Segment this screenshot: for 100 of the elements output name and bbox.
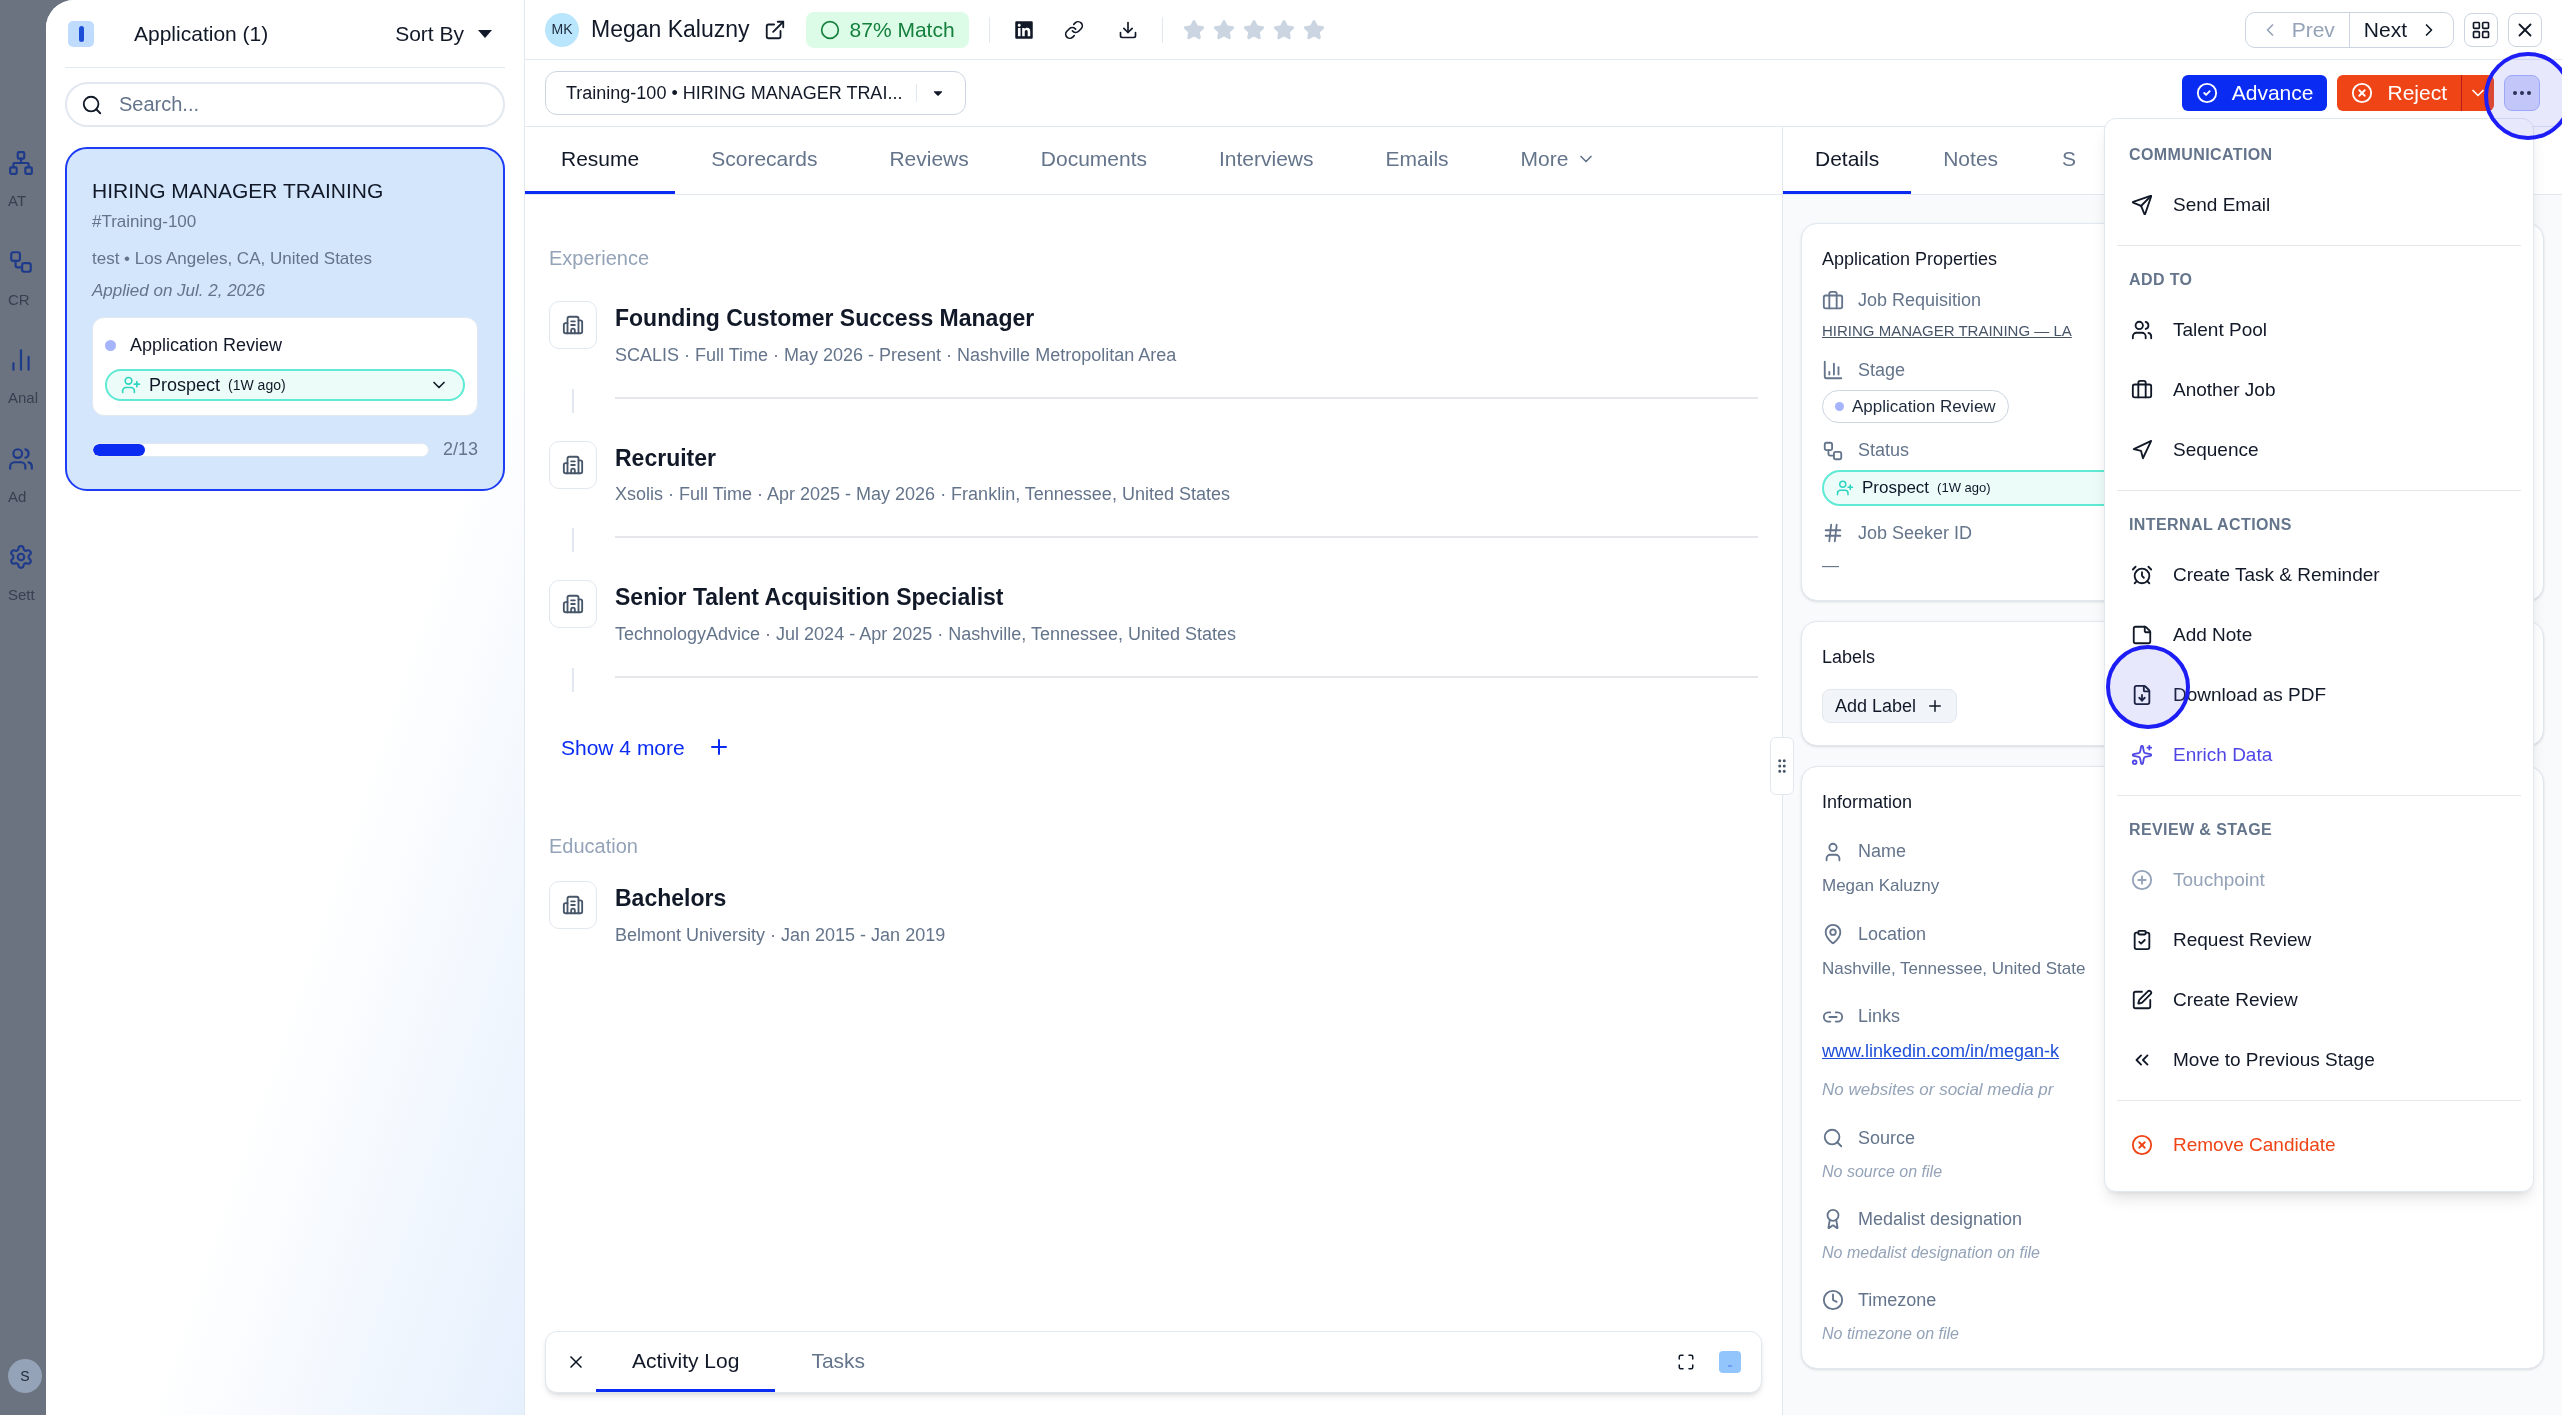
resume-tab[interactable]: Reviews — [853, 127, 1005, 194]
menu-item[interactable]: Send Email — [2117, 175, 2521, 235]
building-glyph-icon — [562, 894, 584, 916]
star-icon[interactable] — [1302, 18, 1325, 41]
field-label: Links — [1858, 1005, 1901, 1028]
star-icon[interactable] — [1212, 18, 1235, 41]
external-link-icon[interactable] — [763, 18, 786, 41]
menu-item[interactable]: Request Review — [2117, 910, 2521, 970]
download-icon[interactable] — [1117, 19, 1138, 40]
section-heading: Experience — [549, 246, 651, 271]
clock-icon — [1822, 1289, 1844, 1311]
user-plus-icon — [1836, 478, 1854, 497]
resume-tab[interactable]: Documents — [1004, 127, 1183, 194]
sort-button[interactable]: Sort By — [395, 17, 492, 50]
clipboard-check-icon — [2131, 929, 2153, 951]
add-label-button[interactable]: Add Label — [1822, 689, 1958, 723]
menu-item[interactable]: Another Job — [2117, 360, 2521, 420]
menu-item[interactable]: Remove Candidate — [2117, 1115, 2521, 1175]
menu-section-heading: REVIEW & STAGE — [2128, 820, 2274, 840]
field-label: Location — [1858, 922, 1927, 946]
briefcase-icon — [1822, 289, 1844, 312]
applied-date: Applied on Jul. 2, 2026 — [92, 279, 266, 302]
progress-count: 2/13 — [442, 438, 478, 461]
details-tab[interactable]: Notes — [1911, 127, 2031, 194]
search-icon — [81, 94, 103, 116]
resume-tab[interactable]: Scorecards — [675, 127, 854, 194]
stage-label: Application Review — [130, 334, 283, 357]
people-icon — [2131, 319, 2153, 341]
reject-button[interactable]: Reject — [2337, 75, 2494, 111]
activity-tab[interactable]: Activity Log — [596, 1332, 776, 1392]
nav-icon — [8, 248, 34, 275]
card-title: Application Properties — [1822, 248, 1999, 271]
star-icon[interactable] — [1272, 18, 1295, 41]
link-icon[interactable] — [1063, 19, 1084, 40]
next-button[interactable]: Next — [2348, 12, 2453, 47]
status-dropdown[interactable]: Prospect (1W ago) — [105, 369, 465, 401]
advance-button[interactable]: Advance — [2181, 75, 2328, 111]
section-heading: Education — [549, 834, 639, 859]
card-title: Labels — [1822, 646, 1877, 669]
star-icon[interactable] — [1242, 18, 1265, 41]
building-glyph-icon — [562, 314, 584, 336]
close-button[interactable] — [2508, 12, 2542, 47]
experience-title: Recruiter — [615, 443, 717, 473]
star-rating[interactable] — [1182, 18, 1325, 41]
job-select[interactable]: Training-100 • HIRING MANAGER TRAI... — [545, 71, 967, 115]
building-glyph-icon — [562, 453, 584, 476]
linkedin-icon[interactable] — [1013, 19, 1034, 40]
menu-section-heading: ADD TO — [2128, 270, 2194, 290]
activity-tab[interactable]: Tasks — [775, 1332, 902, 1392]
field-label: Job Requisition — [1858, 289, 1982, 312]
menu-item[interactable]: Move to Previous Stage — [2117, 1030, 2521, 1090]
card-title: Information — [1822, 791, 1914, 814]
profile-link[interactable]: www.linkedin.com/in/megan-k — [1822, 1038, 2060, 1065]
building-glyph-icon — [562, 593, 584, 615]
resume-tab[interactable]: Interviews — [1183, 127, 1350, 194]
menu-item[interactable]: Add Note — [2117, 605, 2521, 665]
field-value: Megan Kaluzny — [1822, 875, 1940, 897]
menu-item[interactable]: Talent Pool — [2117, 300, 2521, 360]
plus-circle-icon — [2131, 869, 2153, 891]
star-icon[interactable] — [1182, 18, 1205, 41]
experience-meta: Xsolis · Full Time · Apr 2025 - May 2026 · Franklin, Tennessee, United States — [615, 483, 1231, 506]
field-label: Name — [1858, 840, 1906, 863]
application-card[interactable]: HIRING MANAGER TRAINING #Training-100 test • Los Angeles, CA, United States Applied on Jul. 2, 2026 Application Review Prospect (1W ago) 2/13 — [65, 147, 505, 491]
menu-item[interactable]: Enrich Data — [2117, 725, 2521, 785]
avatar-initial: S — [20, 1366, 30, 1386]
resume-tab[interactable]: Resume — [525, 127, 676, 194]
show-more-link[interactable]: Show 4 more — [561, 731, 731, 763]
field-label: Medalist designation — [1858, 1207, 2023, 1231]
education-meta: Belmont University · Jan 2015 - Jan 2019 — [615, 923, 946, 947]
more-actions-button[interactable] — [2504, 75, 2540, 111]
menu-item[interactable]: Create Task & Reminder — [2117, 545, 2521, 605]
empty-note: No timezone on file — [1822, 1323, 1959, 1344]
search-field[interactable]: Search... — [65, 82, 505, 127]
experience-meta: TechnologyAdvice · Jul 2024 - Apr 2025 · Nashville, Tennessee, United States — [615, 622, 1238, 646]
sparkles-icon — [2131, 744, 2153, 766]
job-meta: test • Los Angeles, CA, United States — [92, 248, 373, 270]
experience-title: Founding Customer Success Manager — [615, 304, 1036, 333]
panel-toggle-icon[interactable] — [68, 20, 94, 47]
menu-item[interactable]: Create Review — [2117, 970, 2521, 1030]
field-label: Job Seeker ID — [1858, 521, 1973, 545]
paper-plane-icon — [2131, 439, 2153, 461]
alarm-clock-icon — [2131, 564, 2153, 586]
job-requisition-link[interactable]: HIRING MANAGER TRAINING — LA — [1822, 320, 2072, 343]
grid-icon — [2471, 19, 2491, 40]
nav-icon — [8, 445, 34, 472]
status-age: (1W ago) — [228, 375, 286, 395]
candidate-name: Megan Kaluzny — [591, 15, 750, 45]
layout-button[interactable] — [2464, 12, 2498, 47]
bar-chart-icon — [1822, 359, 1844, 381]
resize-handle[interactable] — [1770, 737, 1794, 795]
empty-note: No medalist designation on file — [1822, 1242, 2040, 1263]
details-tab[interactable]: Details — [1783, 127, 1912, 194]
match-badge: 87% Match — [805, 11, 969, 48]
resume-tab[interactable]: Emails — [1349, 127, 1485, 194]
details-tab[interactable]: S — [2030, 127, 2109, 194]
resume-tab[interactable]: More — [1484, 127, 1633, 194]
field-label: Timezone — [1858, 1288, 1937, 1312]
expand-icon[interactable] — [1677, 1353, 1695, 1371]
job-title: HIRING MANAGER TRAINING — [92, 178, 385, 204]
menu-section-heading: INTERNAL ACTIONS — [2128, 515, 2293, 535]
